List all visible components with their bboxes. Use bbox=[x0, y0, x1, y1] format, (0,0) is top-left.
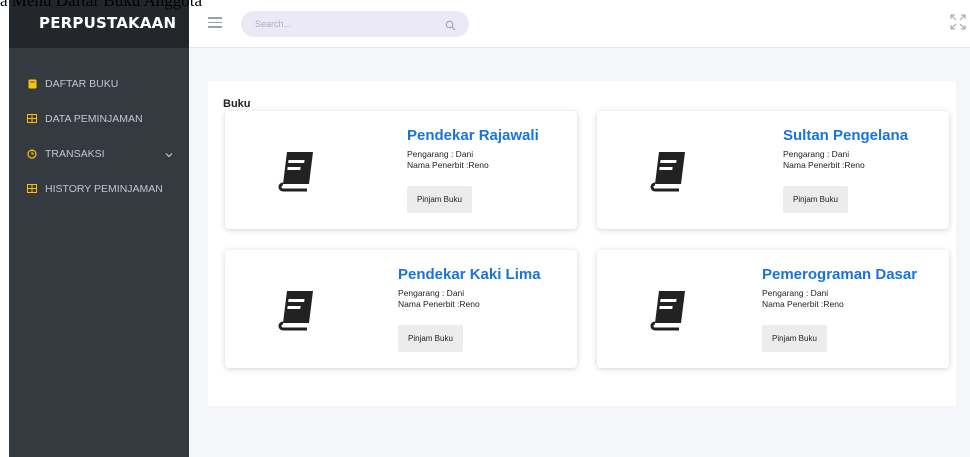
book-publisher: Nama Penerbit :Reno bbox=[762, 299, 844, 309]
book-title[interactable]: Pendekar Rajawali bbox=[407, 127, 539, 144]
figure-caption: a Menu Daftar Buku Anggota bbox=[0, 0, 203, 10]
table-icon bbox=[27, 114, 37, 124]
book-info: Pemerograman Dasar Pengarang : Dani Nama… bbox=[762, 266, 917, 352]
panel-title: Buku bbox=[223, 98, 251, 110]
sidebar-item-data-peminjaman[interactable]: DATA PEMINJAMAN bbox=[9, 101, 189, 136]
book-card: Pendekar Rajawali Pengarang : Dani Nama … bbox=[225, 111, 577, 229]
book-info: Pendekar Rajawali Pengarang : Dani Nama … bbox=[407, 127, 539, 213]
book-publisher: Nama Penerbit :Reno bbox=[783, 160, 865, 170]
sidebar-nav: DAFTAR BUKU DATA PEMINJAMAN TRANSAKSI HI… bbox=[9, 66, 189, 206]
clock-icon bbox=[27, 148, 37, 159]
sidebar-item-daftar-buku[interactable]: DAFTAR BUKU bbox=[9, 66, 189, 101]
book-card: Pemerograman Dasar Pengarang : Dani Nama… bbox=[597, 250, 949, 368]
search-input[interactable] bbox=[241, 11, 469, 37]
book-card: Sultan Pengelana Pengarang : Dani Nama P… bbox=[597, 111, 949, 229]
books-panel: Buku Pendekar Rajawali Pengarang : Dani … bbox=[208, 81, 956, 406]
book-author: Pengarang : Dani bbox=[398, 288, 465, 298]
book-publisher: Nama Penerbit :Reno bbox=[407, 160, 489, 170]
borrow-button[interactable]: Pinjam Buku bbox=[398, 325, 463, 352]
book-info: Pendekar Kaki Lima Pengarang : Dani Nama… bbox=[398, 266, 541, 352]
book-publisher: Nama Penerbit :Reno bbox=[398, 299, 480, 309]
borrow-button[interactable]: Pinjam Buku bbox=[407, 186, 472, 213]
sidebar-item-label: DAFTAR BUKU bbox=[45, 77, 119, 90]
sidebar-item-label: HISTORY PEMINJAMAN bbox=[45, 182, 163, 195]
book-info: Sultan Pengelana Pengarang : Dani Nama P… bbox=[783, 127, 908, 213]
book-icon bbox=[647, 148, 691, 192]
sidebar-item-label: TRANSAKSI bbox=[45, 147, 105, 160]
book-author: Pengarang : Dani bbox=[407, 149, 474, 159]
book-title[interactable]: Pendekar Kaki Lima bbox=[398, 266, 541, 283]
borrow-button[interactable]: Pinjam Buku bbox=[783, 186, 848, 213]
book-icon bbox=[647, 287, 691, 331]
book-author: Pengarang : Dani bbox=[783, 149, 850, 159]
sidebar-item-label: DATA PEMINJAMAN bbox=[45, 112, 143, 125]
sidebar-item-history-peminjaman[interactable]: HISTORY PEMINJAMAN bbox=[9, 171, 189, 206]
book-icon bbox=[275, 287, 319, 331]
sidebar-item-transaksi[interactable]: TRANSAKSI bbox=[9, 136, 189, 171]
chevron-down-icon[interactable] bbox=[165, 150, 173, 158]
book-card: Pendekar Kaki Lima Pengarang : Dani Nama… bbox=[225, 250, 577, 368]
book-icon bbox=[275, 148, 319, 192]
main-content: Buku Pendekar Rajawali Pengarang : Dani … bbox=[189, 48, 970, 457]
book-title[interactable]: Sultan Pengelana bbox=[783, 127, 908, 144]
search-icon[interactable] bbox=[445, 18, 456, 31]
expand-icon[interactable] bbox=[950, 14, 966, 30]
book-icon bbox=[27, 79, 37, 89]
top-navbar bbox=[189, 0, 970, 48]
hamburger-icon[interactable] bbox=[208, 17, 222, 29]
book-author: Pengarang : Dani bbox=[762, 288, 829, 298]
book-title[interactable]: Pemerograman Dasar bbox=[762, 266, 917, 283]
sidebar: PERPUSTAKAAN DAFTAR BUKU DATA PEMINJAMAN… bbox=[9, 0, 189, 457]
borrow-button[interactable]: Pinjam Buku bbox=[762, 325, 827, 352]
table-icon bbox=[27, 184, 37, 194]
